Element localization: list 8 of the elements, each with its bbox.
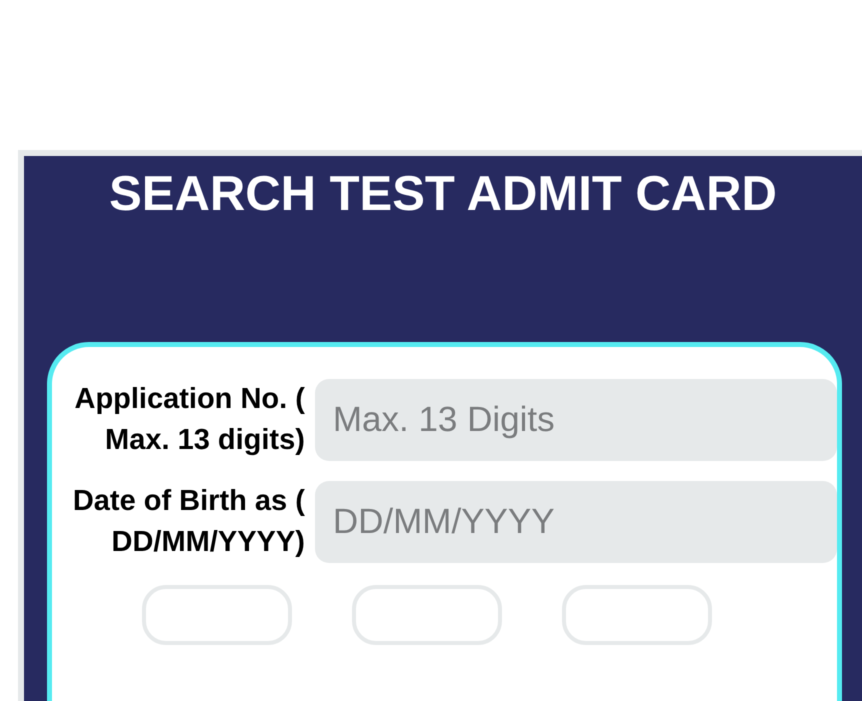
action-button[interactable]	[562, 585, 712, 645]
action-button[interactable]	[142, 585, 292, 645]
field-label: Application No. ( Max. 13 digits)	[74, 382, 305, 458]
input-field[interactable]: DD/MM/YYYY	[314, 481, 837, 563]
action-button[interactable]	[352, 585, 502, 645]
page-title: SEARCH TEST ADMIT CARD	[108, 166, 778, 222]
input-field[interactable]: Max. 13 Digits	[314, 379, 837, 461]
field-label: Date of Birth as ( DD/MM/YYYY)	[72, 484, 305, 560]
